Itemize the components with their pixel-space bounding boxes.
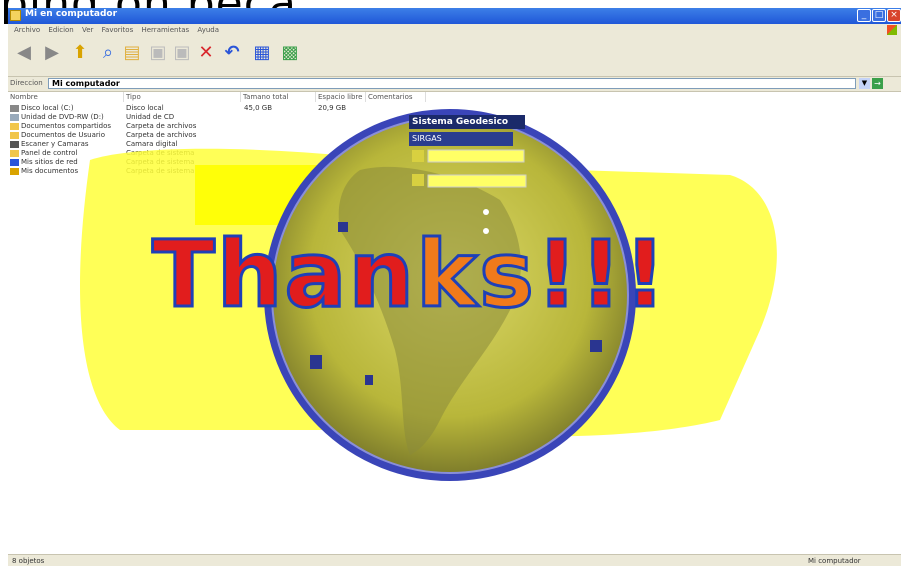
address-input[interactable]: Mi computador <box>48 78 856 89</box>
menu-bar: Archivo Edicion Ver Favoritos Herramient… <box>8 24 901 36</box>
dvd-drive-icon <box>10 114 19 121</box>
close-button[interactable]: × <box>887 9 901 22</box>
list-item[interactable]: Disco local (C:) Disco local 45,0 GB 20,… <box>8 104 608 113</box>
geo-system-select[interactable]: SIRGAS <box>409 132 513 146</box>
column-name[interactable]: Nombre <box>8 92 124 102</box>
list-item[interactable]: Mis documentos Carpeta de sistema <box>8 167 608 176</box>
column-type[interactable]: Tipo <box>124 92 241 102</box>
menu-ver[interactable]: Ver <box>82 24 93 36</box>
menu-archivo[interactable]: Archivo <box>14 24 40 36</box>
menu-herramientas[interactable]: Herramientas <box>141 24 189 36</box>
status-bar: 8 objetos Mi computador <box>8 554 901 566</box>
folder-up-icon[interactable]: ⬆ <box>70 43 90 63</box>
column-size[interactable]: Tamano total <box>241 92 316 102</box>
menu-ayuda[interactable]: Ayuda <box>197 24 219 36</box>
drive-icon <box>10 105 19 112</box>
thanks-main: Than <box>151 220 416 330</box>
column-free[interactable]: Espacio libre <box>316 92 366 102</box>
delete-icon[interactable]: ✕ <box>196 43 216 63</box>
map-icon[interactable]: ▩ <box>280 43 300 63</box>
network-icon <box>10 159 19 166</box>
minimize-button[interactable]: _ <box>857 9 871 22</box>
move-to-icon[interactable]: ▣ <box>148 43 168 63</box>
control-panel-icon <box>10 150 19 157</box>
maximize-button[interactable]: □ <box>872 9 886 22</box>
chevron-down-icon[interactable]: ▼ <box>859 78 870 89</box>
copy-to-icon[interactable]: ▣ <box>172 43 192 63</box>
title-bar: Mi en computador _ □ × <box>8 8 901 24</box>
status-location: Mi computador <box>808 557 861 565</box>
search-icon[interactable]: ⌕ <box>98 43 118 63</box>
list-item[interactable]: Escaner y Camaras Camara digital <box>8 140 608 149</box>
forward-icon[interactable]: ▶ <box>42 43 62 63</box>
go-button[interactable]: → <box>872 78 883 89</box>
back-icon[interactable]: ◀ <box>14 43 34 63</box>
thanks-tail: !!! <box>534 220 668 330</box>
camera-icon <box>10 141 19 148</box>
list-item[interactable]: Mis sitios de red Carpeta de sistema <box>8 158 608 167</box>
menu-edicion[interactable]: Edicion <box>48 24 73 36</box>
thanks-orange: ks <box>415 220 536 330</box>
windows-logo-icon <box>887 25 897 35</box>
views-icon[interactable]: ▦ <box>252 43 272 63</box>
documents-icon <box>10 168 19 175</box>
list-item[interactable]: Documentos de Usuario Carpeta de archivo… <box>8 131 608 140</box>
list-item[interactable]: Panel de control Carpeta de sistema <box>8 149 608 158</box>
computer-icon <box>10 10 21 21</box>
folders-icon[interactable]: ▤ <box>122 43 142 63</box>
address-bar: Direccion Mi computador ▼ → <box>8 77 901 92</box>
toolbar: ◀ ▶ ⬆ ⌕ ▤ ▣ ▣ ✕ ↶ ▦ ▩ <box>8 36 901 77</box>
status-count: 8 objetos <box>12 557 45 565</box>
geo-panel-title: Sistema Geodesico <box>409 115 525 129</box>
address-label: Direccion <box>10 79 43 87</box>
window-title: Mi en computador <box>25 9 118 19</box>
folder-icon <box>10 132 19 139</box>
folder-icon <box>10 123 19 130</box>
thanks-text: Thanks!!! <box>0 220 820 330</box>
menu-favoritos[interactable]: Favoritos <box>102 24 134 36</box>
undo-icon[interactable]: ↶ <box>222 43 242 63</box>
column-comments[interactable]: Comentarios <box>366 92 426 102</box>
